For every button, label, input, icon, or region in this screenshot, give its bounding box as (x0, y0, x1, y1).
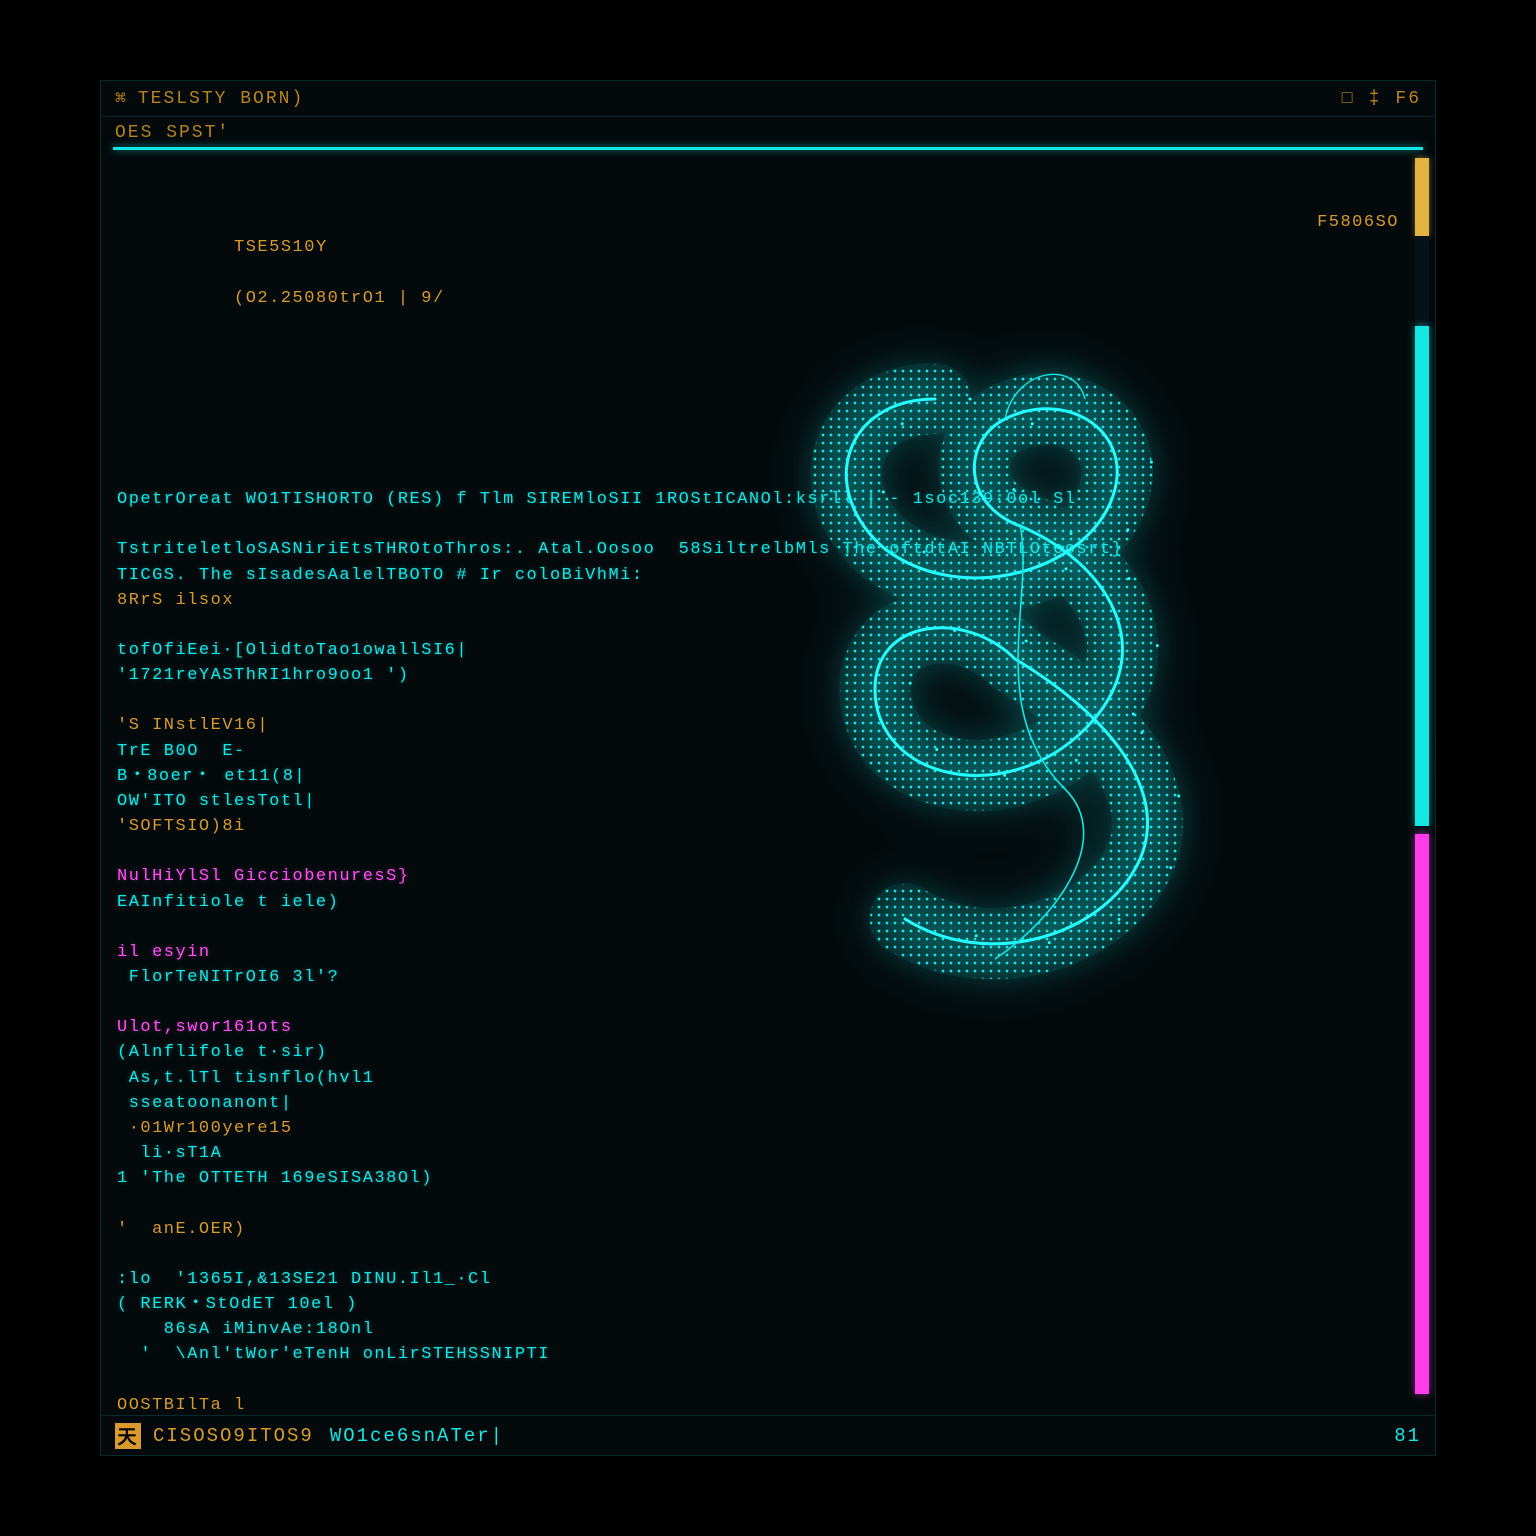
terminal-window: ⌘ TESLSTY BORN) □ ‡ F6 OES SPST' TSE5S10… (100, 80, 1436, 1456)
code-line: TICGS. The sIsadesAalelTBOTO # Ir coloBi… (117, 563, 1399, 588)
status-page-number: 81 (1394, 1425, 1421, 1447)
code-line: (Alnflifole t·sir) (117, 1040, 1399, 1065)
scrollbar-segment[interactable] (1415, 826, 1429, 834)
header-divider (113, 147, 1423, 150)
terminal-content[interactable]: TSE5S10Y (O2.25080trO1 | 9/ F5806SO (101, 154, 1415, 1415)
code-line: ( RERK・StOdET 10el ) (117, 1292, 1399, 1317)
code-line (117, 688, 1399, 713)
code-line: ·01Wr100yere15 (117, 1116, 1399, 1141)
code-line: OW'ITO stlesTotl| (117, 789, 1399, 814)
code-line: 'S INstlEV16| (117, 713, 1399, 738)
scrollbar-segment[interactable] (1415, 236, 1429, 326)
code-line (117, 1242, 1399, 1267)
code-line: li·sT1A (117, 1141, 1399, 1166)
header-counter: F5806SO (1317, 210, 1399, 336)
scrollbar[interactable] (1415, 158, 1429, 1411)
statusbar: 天 CISOSO9ITOS9 WO1ce6snATer| 81 (101, 1415, 1435, 1455)
code-line: sseatoonanont| (117, 1091, 1399, 1116)
code-line: 'SOFTSIO)8i (117, 814, 1399, 839)
code-line (117, 915, 1399, 940)
window-control-min[interactable]: □ (1342, 89, 1355, 109)
scrollbar-segment[interactable] (1415, 326, 1429, 826)
code-line: OpetrOreat WO1TISHORTO (RES) f Tlm SIREM… (117, 487, 1399, 512)
code-line: EAInfitiole t iele) (117, 890, 1399, 915)
code-line: 86sA iMinvAe:18Onl (117, 1317, 1399, 1342)
app-icon: ⌘ (115, 88, 128, 110)
code-line: TrE B0O E- (117, 739, 1399, 764)
status-badge-icon: 天 (115, 1423, 141, 1449)
code-line: NulHiYlSl GicciobenuresS} (117, 864, 1399, 889)
window-title: TESLSTY BORN) (138, 89, 304, 109)
code-line: 1 'The OTTETH 169eSISA38Ol) (117, 1166, 1399, 1191)
window-control-close[interactable]: F6 (1395, 89, 1421, 109)
status-file: WO1ce6snATer| (330, 1425, 504, 1447)
code-line (117, 839, 1399, 864)
code-line (117, 613, 1399, 638)
code-line (117, 512, 1399, 537)
code-line: '1721reYASThRI1hro9oo1 ') (117, 663, 1399, 688)
code-line: Ulot,swor161ots (117, 1015, 1399, 1040)
status-mode: CISOSO9ITOS9 (153, 1425, 314, 1447)
prompt-line: OES SPST' (101, 117, 1435, 147)
code-line: TstriteletloSASNiriEtsTHROtoThros:. Atal… (117, 537, 1399, 562)
code-line: tofOfiEei·[OlidtoTao1owallSI6| (117, 638, 1399, 663)
code-line: :lo '1365I,&13SE21 DINU.Il1_·Cl (117, 1267, 1399, 1292)
scrollbar-segment[interactable] (1415, 834, 1429, 1394)
code-line: As,t.lTl tisnflo(hvl1 (117, 1066, 1399, 1091)
code-line: FlorTeNITrOI6 3l'? (117, 965, 1399, 990)
code-line (117, 1191, 1399, 1216)
code-line (117, 990, 1399, 1015)
code-line: 8RrS ilsox (117, 588, 1399, 613)
code-line: OOSTBIlTa l (117, 1393, 1399, 1415)
titlebar: ⌘ TESLSTY BORN) □ ‡ F6 (101, 81, 1435, 117)
header-proc-2: (O2.25080trO1 | 9/ (234, 289, 445, 308)
code-line: B・8oer・ et11(8| (117, 764, 1399, 789)
code-line: ' \Anl'tWor'eTenH onLirSTEHSSNIPTI (117, 1342, 1399, 1367)
window-control-mid[interactable]: ‡ (1369, 89, 1382, 109)
code-line: il esyin (117, 940, 1399, 965)
code-line: ' anE.OER) (117, 1217, 1399, 1242)
scrollbar-segment[interactable] (1415, 158, 1429, 236)
code-line (117, 1368, 1399, 1393)
header-proc-1: TSE5S10Y (234, 238, 328, 257)
